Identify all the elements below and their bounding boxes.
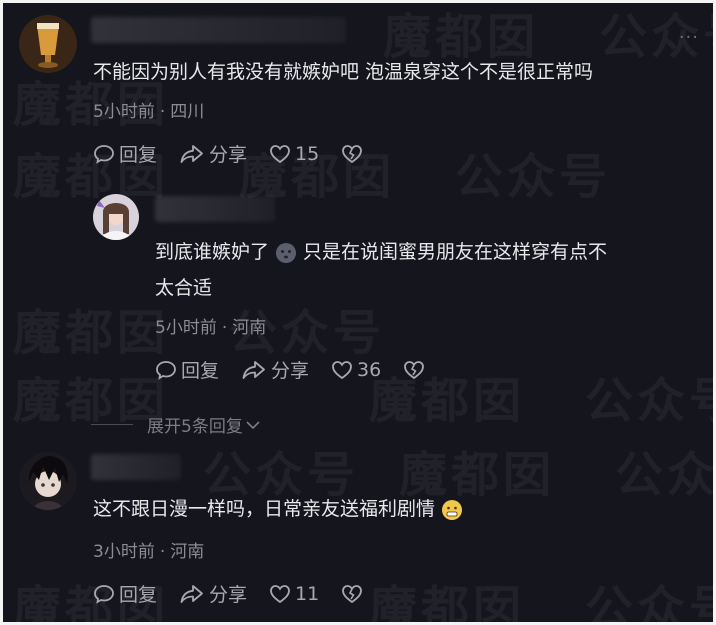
chevron-down-icon (246, 420, 260, 429)
username-blurred (91, 454, 181, 480)
share-button[interactable]: 分享 (179, 580, 247, 607)
heart-icon (270, 144, 290, 163)
comment-time: 3小时前 (93, 542, 155, 562)
comment-meta: 5小时前 · 河南 (155, 318, 267, 338)
like-count: 11 (295, 582, 320, 605)
reply-label: 回复 (119, 144, 158, 166)
share-icon (180, 144, 203, 163)
more-dots-icon[interactable]: ··· (679, 27, 699, 48)
reply-label: 回复 (181, 360, 220, 382)
like-button[interactable]: 11 (269, 583, 319, 605)
comment-text: 这不跟日漫一样吗，日常亲友送福利剧情 (93, 492, 469, 526)
dislike-button[interactable] (341, 584, 367, 604)
share-icon (242, 360, 265, 379)
reply-icon (156, 360, 176, 380)
comment-meta: 3小时前 · 河南 (93, 542, 205, 562)
comment-location: 河南 (232, 318, 267, 338)
username-blurred (155, 196, 275, 222)
comment-panel: 魔都囡公众号 魔都囡 魔都囡魔都囡公众号 魔都囡公众号 魔都囡魔都囡公众号 公众… (3, 3, 713, 622)
grimacing-face-emoji-icon (442, 499, 463, 520)
reply-button[interactable]: 回复 (93, 580, 157, 607)
comment-meta: 5小时前 · 四川 (93, 102, 205, 122)
comment-time: 5小时前 (93, 102, 155, 122)
like-button[interactable]: 36 (331, 359, 381, 381)
dislike-button[interactable] (341, 144, 367, 164)
comment-actions: 回复 分享 11 (93, 580, 389, 607)
dizzy-face-emoji-icon (276, 242, 297, 263)
reply-icon (94, 584, 114, 604)
share-label: 分享 (209, 584, 248, 606)
share-label: 分享 (271, 360, 310, 382)
comment-location: 河南 (170, 542, 205, 562)
avatar[interactable] (19, 15, 77, 73)
username-blurred (91, 17, 346, 43)
reply-text-line2: 太合适 (155, 277, 213, 299)
comment-actions: 回复 分享 15 (93, 140, 389, 167)
like-count: 36 (357, 358, 382, 381)
comment-text: 不能因为别人有我没有就嫉妒吧 泡温泉穿这个不是很正常吗 (93, 61, 594, 83)
reply-label: 回复 (119, 584, 158, 606)
share-icon (180, 584, 203, 603)
comment-time: 5小时前 (155, 318, 217, 338)
reply-text: 到底谁嫉妒了 只是在说闺蜜男朋友在这样穿有点不 (155, 241, 608, 263)
like-count: 15 (295, 142, 320, 165)
comment-location: 四川 (170, 102, 205, 122)
avatar[interactable] (93, 194, 139, 240)
dislike-button[interactable] (403, 360, 429, 380)
reply-button[interactable]: 回复 (155, 356, 219, 383)
expand-replies-button[interactable]: 展开5条回复 (91, 412, 261, 437)
share-button[interactable]: 分享 (179, 140, 247, 167)
avatar[interactable] (19, 452, 77, 510)
share-label: 分享 (209, 144, 248, 166)
expand-replies-label: 展开5条回复 (147, 417, 243, 437)
heart-icon (332, 360, 352, 379)
comment-actions: 回复 分享 36 (155, 356, 451, 383)
broken-heart-icon (342, 584, 363, 603)
broken-heart-icon (342, 144, 363, 163)
reply-button[interactable]: 回复 (93, 140, 157, 167)
broken-heart-icon (404, 360, 425, 379)
share-button[interactable]: 分享 (241, 356, 309, 383)
like-button[interactable]: 15 (269, 143, 319, 165)
reply-icon (94, 144, 114, 164)
heart-icon (270, 584, 290, 603)
divider (91, 424, 133, 425)
